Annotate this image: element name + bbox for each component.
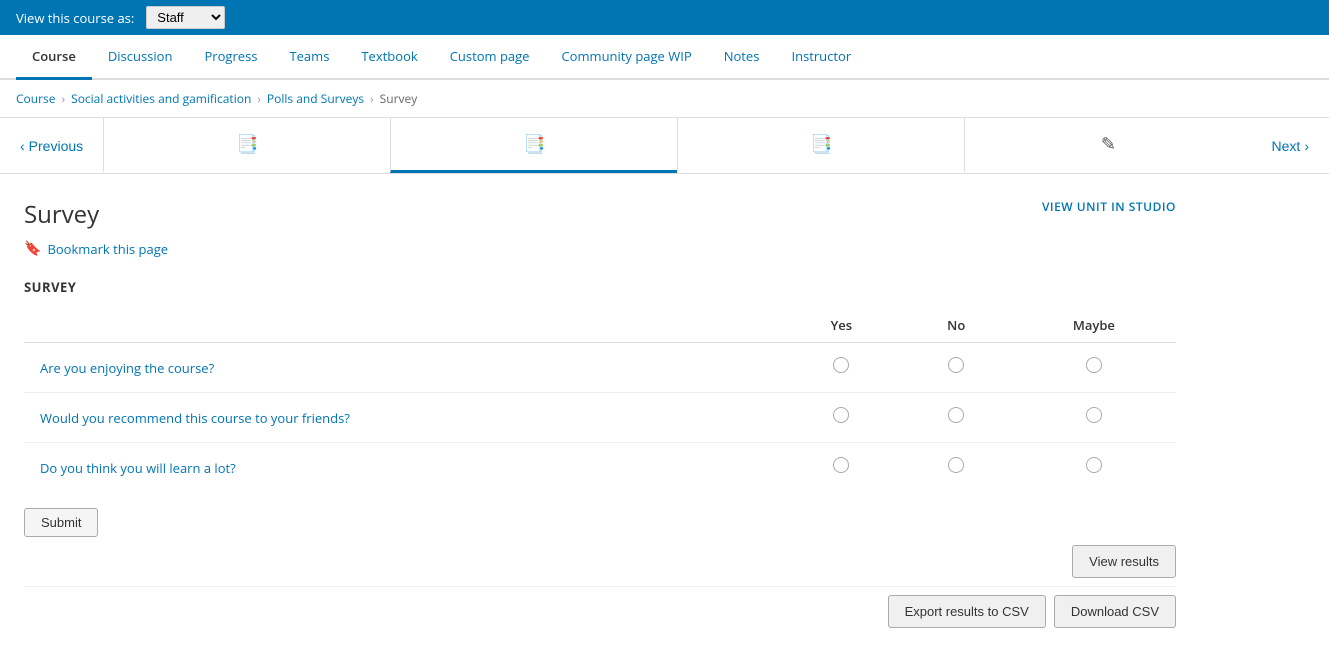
q2-yes-cell xyxy=(782,393,901,443)
unit-tab-2[interactable]: 📑 xyxy=(390,118,677,173)
q2-no-cell xyxy=(901,393,1012,443)
view-results-container: View results xyxy=(24,545,1176,578)
book-icon-1: 📑 xyxy=(236,132,258,156)
question-1-text: Are you enjoying the course? xyxy=(24,343,782,393)
q1-yes-radio[interactable] xyxy=(833,357,849,373)
q1-yes-cell xyxy=(782,343,901,393)
download-csv-button[interactable]: Download CSV xyxy=(1054,595,1176,628)
unit-tab-4[interactable]: ✎ xyxy=(964,118,1251,173)
table-row: Would you recommend this course to your … xyxy=(24,393,1176,443)
tab-course[interactable]: Course xyxy=(16,35,92,80)
breadcrumb-current: Survey xyxy=(380,90,418,107)
q3-maybe-radio[interactable] xyxy=(1086,457,1102,473)
book-icon-2: 📑 xyxy=(523,132,545,156)
no-column-header: No xyxy=(901,308,1012,343)
q2-maybe-cell xyxy=(1012,393,1176,443)
bookmark-link[interactable]: 🔖 Bookmark this page xyxy=(24,239,1176,258)
chevron-right-icon: › xyxy=(1304,138,1309,154)
tab-teams[interactable]: Teams xyxy=(273,35,345,80)
tab-progress[interactable]: Progress xyxy=(188,35,273,80)
q2-no-radio[interactable] xyxy=(948,407,964,423)
submit-button[interactable]: Submit xyxy=(24,508,98,537)
unit-tabs: 📑 📑 📑 ✎ xyxy=(103,118,1251,173)
main-nav: Course Discussion Progress Teams Textboo… xyxy=(0,35,1329,80)
breadcrumb-social[interactable]: Social activities and gamification xyxy=(71,90,251,107)
chevron-left-icon: ‹ xyxy=(20,138,25,154)
survey-section: SURVEY Yes No Maybe Are you enjoying the… xyxy=(24,278,1176,636)
q3-maybe-cell xyxy=(1012,443,1176,493)
view-results-button[interactable]: View results xyxy=(1072,545,1176,578)
tab-notes[interactable]: Notes xyxy=(708,35,776,80)
q2-maybe-radio[interactable] xyxy=(1086,407,1102,423)
table-row: Are you enjoying the course? xyxy=(24,343,1176,393)
survey-heading: SURVEY xyxy=(24,278,1176,296)
q1-no-radio[interactable] xyxy=(948,357,964,373)
book-icon-3: 📑 xyxy=(810,132,832,156)
q1-no-cell xyxy=(901,343,1012,393)
tab-discussion[interactable]: Discussion xyxy=(92,35,189,80)
top-bar: View this course as: Staff Student Audit… xyxy=(0,0,1329,35)
view-in-studio-link[interactable]: VIEW UNIT IN STUDIO xyxy=(1042,198,1176,215)
unit-tab-1[interactable]: 📑 xyxy=(103,118,390,173)
yes-column-header: Yes xyxy=(782,308,901,343)
survey-table: Yes No Maybe Are you enjoying the course… xyxy=(24,308,1176,492)
q3-no-radio[interactable] xyxy=(948,457,964,473)
view-as-select[interactable]: Staff Student Audit Honor Verified xyxy=(146,6,225,29)
edit-icon: ✎ xyxy=(1101,132,1116,156)
export-buttons-area: Export results to CSV Download CSV xyxy=(24,586,1176,636)
export-csv-button[interactable]: Export results to CSV xyxy=(888,595,1046,628)
tab-community-page[interactable]: Community page WIP xyxy=(545,35,707,80)
table-row: Do you think you will learn a lot? xyxy=(24,443,1176,493)
maybe-column-header: Maybe xyxy=(1012,308,1176,343)
question-3-text: Do you think you will learn a lot? xyxy=(24,443,782,493)
q3-no-cell xyxy=(901,443,1012,493)
q1-maybe-radio[interactable] xyxy=(1086,357,1102,373)
title-area: Survey xyxy=(24,198,99,239)
q2-yes-radio[interactable] xyxy=(833,407,849,423)
breadcrumb-polls[interactable]: Polls and Surveys xyxy=(267,90,364,107)
unit-navigation: ‹ Previous 📑 📑 📑 ✎ Next › xyxy=(0,117,1329,174)
q3-yes-radio[interactable] xyxy=(833,457,849,473)
question-column-header xyxy=(24,308,782,343)
page-title: Survey xyxy=(24,198,99,231)
next-button[interactable]: Next › xyxy=(1252,122,1329,170)
content-area: Survey VIEW UNIT IN STUDIO 🔖 Bookmark th… xyxy=(0,174,1200,660)
tab-textbook[interactable]: Textbook xyxy=(345,35,433,80)
previous-button[interactable]: ‹ Previous xyxy=(0,122,103,170)
q3-yes-cell xyxy=(782,443,901,493)
bookmark-icon: 🔖 xyxy=(24,239,41,258)
breadcrumb-course[interactable]: Course xyxy=(16,90,56,107)
tab-custom-page[interactable]: Custom page xyxy=(434,35,546,80)
content-header: Survey VIEW UNIT IN STUDIO xyxy=(24,198,1176,239)
view-course-as-label: View this course as: xyxy=(16,9,134,27)
breadcrumb: Course › Social activities and gamificat… xyxy=(0,80,1329,117)
unit-tab-3[interactable]: 📑 xyxy=(677,118,964,173)
tab-instructor[interactable]: Instructor xyxy=(775,35,867,80)
q1-maybe-cell xyxy=(1012,343,1176,393)
question-2-text: Would you recommend this course to your … xyxy=(24,393,782,443)
table-header-row: Yes No Maybe xyxy=(24,308,1176,343)
